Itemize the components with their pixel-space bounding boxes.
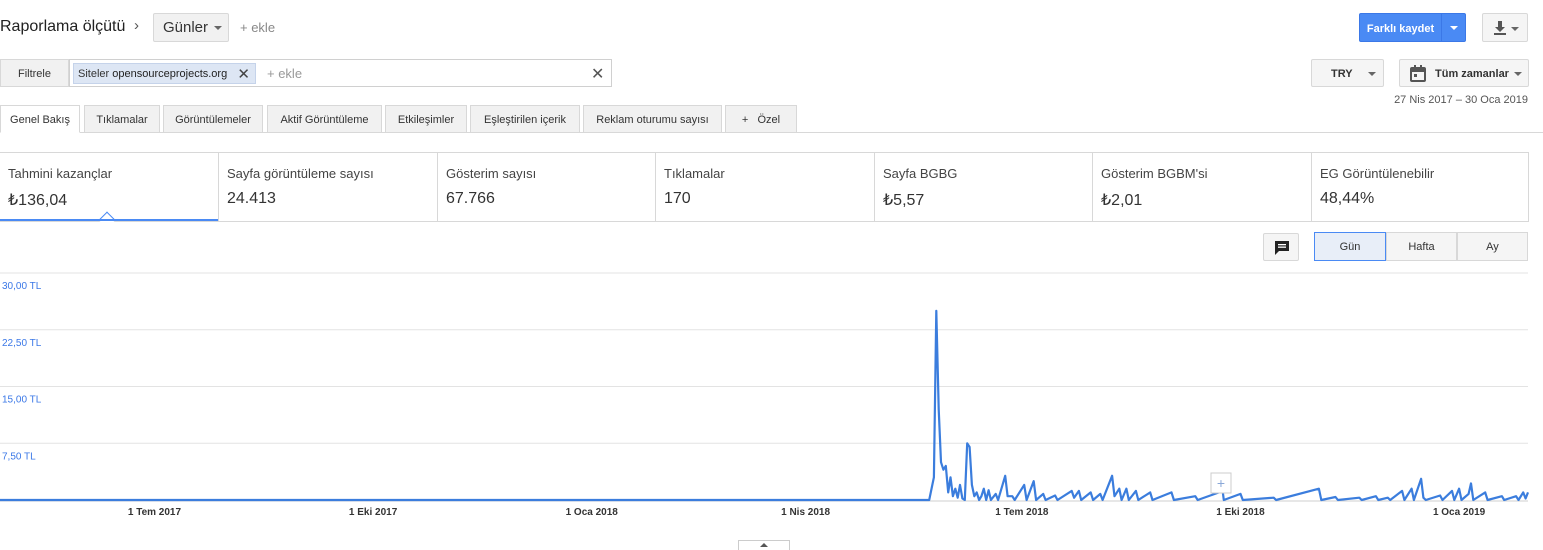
metric-impression-rpm[interactable]: Gösterim BGBM'si ₺2,01 [1092,153,1311,221]
clear-filter-icon[interactable]: ✕ [591,64,604,84]
metric-value: 67.766 [446,190,495,207]
metric-label: Sayfa BGBG [883,166,958,181]
metric-label: Gösterim sayısı [446,166,537,181]
chevron-down-icon [214,26,222,30]
metrics-bar: Tahmini kazançlar ₺136,04 Sayfa görüntül… [0,152,1529,222]
metric-value: 170 [664,190,691,207]
add-annotation-marker[interactable]: + [1210,472,1232,494]
y-axis-tick-label: 22,50 TL [2,338,42,349]
tab-interactions[interactable]: Etkileşimler [385,105,467,133]
metric-clicks[interactable]: Tıklamalar 170 [655,153,874,221]
filter-chip-key: Siteler [78,68,110,80]
metric-active-view-viewable[interactable]: EG Görüntülenebilir 48,44% [1311,153,1529,221]
add-filter-link[interactable]: + ekle [267,66,302,81]
metric-page-views[interactable]: Sayfa görüntüleme sayısı 24.413 [218,153,437,221]
chevron-down-icon [1514,72,1522,76]
x-axis-tick-label: 1 Oca 2018 [566,507,619,518]
granularity-week-button[interactable]: Hafta [1386,232,1457,261]
filter-chip-value: opensourceprojects.org [112,68,228,80]
download-icon [1494,21,1506,35]
annotation-button[interactable] [1263,233,1299,261]
metric-value: ₺2,01 [1101,192,1143,209]
comment-icon [1275,241,1289,255]
metric-estimated-earnings[interactable]: Tahmini kazançlar ₺136,04 [0,153,218,221]
metric-impressions[interactable]: Gösterim sayısı 67.766 [437,153,656,221]
chevron-right-icon: › [134,17,139,34]
filter-label: Filtrele [0,59,69,87]
date-range-label: Tüm zamanlar [1435,68,1509,80]
metric-value: 48,44% [1320,190,1375,207]
metric-value: ₺5,57 [883,192,925,209]
calendar-icon [1410,65,1426,82]
chevron-down-icon [1368,72,1376,76]
x-axis-tick-label: 1 Tem 2017 [128,507,182,518]
filter-chip[interactable]: Siteler opensourceprojects.org ✕ [73,63,256,84]
date-range-text: 27 Nis 2017 – 30 Oca 2019 [1394,94,1528,106]
page-title: Raporlama ölçütü [0,18,126,35]
x-axis-tick-label: 1 Eki 2017 [349,507,398,518]
metric-value: ₺136,04 [8,192,68,209]
granularity-day-button[interactable]: Gün [1314,232,1386,261]
y-axis-tick-label: 30,00 TL [2,281,42,292]
x-axis-tick-label: 1 Eki 2018 [1216,507,1265,518]
x-axis-tick-label: 1 Nis 2018 [781,507,830,518]
date-range-dropdown[interactable]: Tüm zamanlar [1399,59,1529,87]
metric-page-rpm[interactable]: Sayfa BGBG ₺5,57 [874,153,1092,221]
metric-label: Tahmini kazançlar [8,166,113,181]
currency-label: TRY [1331,68,1353,80]
metric-label: Sayfa görüntüleme sayısı [227,166,374,181]
x-axis-tick-label: 1 Tem 2018 [995,507,1049,518]
expand-handle[interactable] [738,540,790,550]
metric-label: Tıklamalar [664,166,725,181]
chevron-down-icon [1511,27,1519,31]
tab-matched-content[interactable]: Eşleştirilen içerik [470,105,580,133]
svg-text:+: + [1217,475,1225,491]
close-icon[interactable]: ✕ [237,65,250,83]
save-as-button[interactable]: Farklı kaydet [1359,13,1466,42]
add-dimension-link[interactable]: + ekle [240,20,275,35]
tab-overview[interactable]: Genel Bakış [0,105,80,133]
save-as-label: Farklı kaydet [1366,23,1435,35]
save-options-dropdown[interactable] [1441,14,1466,41]
currency-dropdown[interactable]: TRY [1311,59,1384,87]
chart-series-line [0,309,1530,502]
tab-clicks[interactable]: Tıklamalar [84,105,160,133]
dimension-dropdown[interactable]: Günler [153,13,229,42]
granularity-month-button[interactable]: Ay [1457,232,1528,261]
metric-value: 24.413 [227,190,276,207]
y-axis-tick-label: 15,00 TL [2,395,42,406]
earnings-line-chart: 30,00 TL 22,50 TL 15,00 TL 7,50 TL 1 Tem 20… [0,272,1530,518]
dimension-label: Günler [163,19,209,36]
y-axis-tick-label: 7,50 TL [2,451,36,462]
active-metric-underline [0,219,218,221]
tab-impressions[interactable]: Görüntülemeler [163,105,263,133]
metric-label: EG Görüntülenebilir [1320,166,1435,181]
x-axis-tick-label: 1 Oca 2019 [1433,507,1486,518]
download-button[interactable] [1482,13,1528,42]
metric-label: Gösterim BGBM'si [1101,166,1208,181]
tab-custom[interactable]: + Özel [725,105,797,133]
tab-ad-sessions[interactable]: Reklam oturumu sayısı [583,105,722,133]
tab-active-view[interactable]: Aktif Görüntüleme [267,105,382,133]
